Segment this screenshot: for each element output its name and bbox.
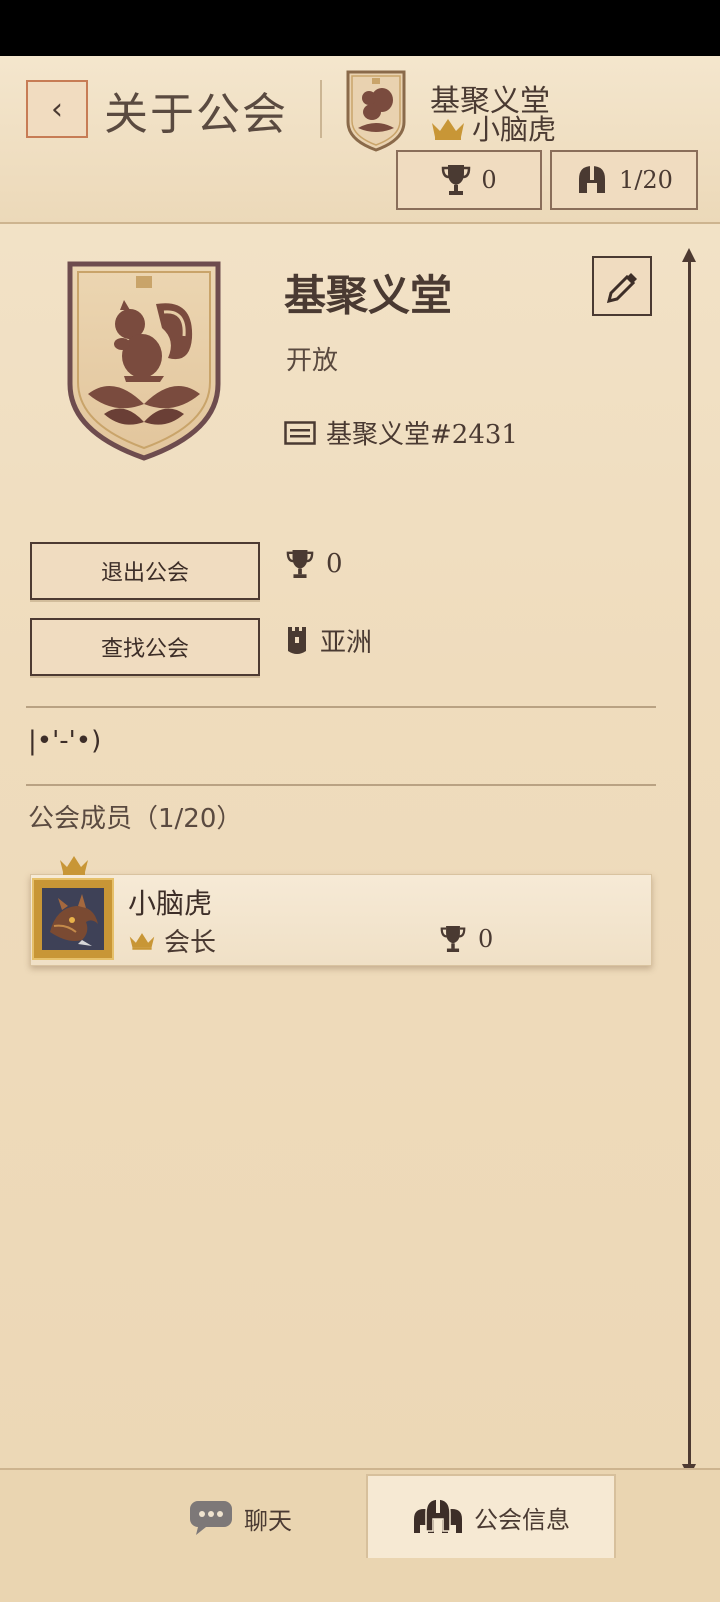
tower-icon [288,626,306,654]
member-role-label: 会长 [164,928,217,958]
chevron-left-icon: ‹ [51,91,63,127]
divider [26,784,656,786]
guild-status: 开放 [286,346,339,376]
guild-emblem-squirrel-icon [67,261,221,461]
header-divider [320,80,322,138]
crown-icon [129,932,155,950]
trophy-icon [440,926,466,952]
member-row[interactable] [30,874,652,966]
trophy-icon [286,550,314,578]
crown-icon [60,856,88,875]
pencil-icon [606,273,637,303]
crown-icon [432,119,464,140]
guild-trophy-row: 0 [286,548,343,580]
app-root: ‹ 关于公会 基聚义堂 小脑虎 0 1/20 基聚义堂 开放 基聚义堂#2431… [0,56,720,1602]
id-card-icon [284,420,316,445]
guild-motto: |•'-'•) [28,726,102,756]
tab-chat[interactable]: 聊天 [120,1480,360,1556]
dragon-avatar-icon [42,888,104,950]
status-bar [0,0,720,56]
scrollbar[interactable] [688,254,691,1464]
leave-guild-button[interactable]: 退出公会 [30,542,260,600]
tab-chat-label: 聊天 [244,1506,292,1535]
trophy-stat[interactable]: 0 [396,150,542,210]
header-leader-name: 小脑虎 [472,113,557,146]
find-guild-button[interactable]: 查找公会 [30,618,260,676]
member-trophy-count: 0 [478,925,494,953]
avatar[interactable] [32,878,114,960]
member-count-stat[interactable]: 1/20 [550,150,698,210]
member-count: 1/20 [619,166,673,194]
member-name: 小脑虎 [128,887,213,920]
trophy-count: 0 [481,166,497,194]
members-title: 公会成员（1/20） [28,804,243,834]
guild-emblem-small-icon [346,70,406,152]
guild-tag-row: 基聚义堂#2431 [284,414,518,451]
guild-helmets-icon [414,1498,462,1533]
header-leader: 小脑虎 [430,108,556,148]
guild-trophies: 0 [326,549,343,579]
tab-guild-info[interactable]: 公会信息 [366,1474,616,1558]
member-trophy: 0 [440,924,493,954]
page-title: 关于公会 [104,89,288,140]
guild-region-row: 亚洲 [286,622,372,659]
tab-guild-info-label: 公会信息 [474,1505,570,1534]
edit-button[interactable] [592,256,652,316]
trophy-icon [442,165,471,195]
helmet-icon [579,166,606,193]
guild-tag: 基聚义堂#2431 [326,420,518,450]
divider [26,706,656,708]
bottom-nav: 聊天 公会信息 [0,1468,720,1602]
guild-region: 亚洲 [320,628,373,658]
header: ‹ 关于公会 基聚义堂 小脑虎 0 1/20 [0,56,720,224]
chat-bubble-icon [190,1501,232,1535]
back-button[interactable]: ‹ [26,80,88,138]
guild-info-panel: 基聚义堂 开放 基聚义堂#2431 退出公会 查找公会 0 亚洲 |•'-'•)… [0,224,720,1486]
member-role: 会长 [128,922,216,959]
guild-name: 基聚义堂 [284,271,453,320]
